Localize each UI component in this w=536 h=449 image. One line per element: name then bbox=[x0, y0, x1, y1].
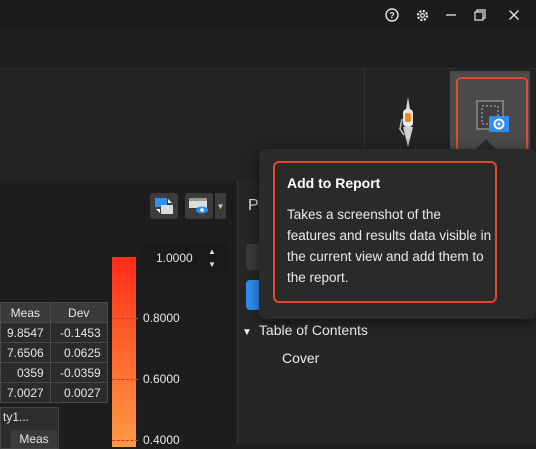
colorbar-tick bbox=[112, 440, 138, 441]
table-of-contents-node[interactable]: ▼ Table of Contents bbox=[242, 322, 368, 338]
table-row: 0359 -0.0359 bbox=[0, 362, 108, 383]
table-cell: 7.6506 bbox=[0, 342, 51, 363]
table-cell: 0359 bbox=[0, 362, 51, 383]
colorbar-max-stepper[interactable]: ▲ ▼ bbox=[205, 247, 219, 270]
column-header-meas: Meas bbox=[0, 302, 51, 323]
table-row: 7.6506 0.0625 bbox=[0, 342, 108, 363]
table-cell: -0.1453 bbox=[49, 322, 108, 343]
column-header-dev: Dev bbox=[49, 302, 108, 323]
colorbar-max-value: 1.0000 bbox=[156, 251, 193, 265]
results-table: Meas Dev 9.8547 -0.1453 7.6506 0.0625 03… bbox=[0, 302, 108, 403]
color-scale-bar bbox=[112, 257, 136, 447]
table-cell: 9.8547 bbox=[0, 322, 51, 343]
view-visibility-icon[interactable] bbox=[185, 193, 213, 219]
table-row: 7.0027 0.0027 bbox=[0, 382, 108, 403]
gear-icon[interactable] bbox=[413, 6, 431, 24]
stepper-up-icon[interactable]: ▲ bbox=[205, 247, 219, 257]
svg-text:?: ? bbox=[389, 11, 395, 21]
pen-tool-icon[interactable] bbox=[394, 95, 422, 153]
tooltip-description: Takes a screenshot of the features and r… bbox=[287, 207, 492, 285]
secondary-table-header: Meas bbox=[11, 430, 57, 448]
table-cell: 0.0027 bbox=[49, 382, 108, 403]
secondary-table-title: ty1... bbox=[3, 410, 30, 424]
table-cell: -0.0359 bbox=[49, 362, 108, 383]
table-row: 9.8547 -0.1453 bbox=[0, 322, 108, 343]
table-cell: 7.0027 bbox=[0, 382, 51, 403]
colorbar-tick bbox=[112, 379, 138, 380]
tooltip-title: Add to Report bbox=[287, 175, 381, 191]
close-icon[interactable] bbox=[505, 6, 523, 24]
colorbar-label: 0.4000 bbox=[143, 433, 180, 447]
minimize-icon[interactable] bbox=[442, 6, 460, 24]
expand-arrow-icon[interactable]: ▼ bbox=[242, 327, 252, 338]
restore-icon[interactable] bbox=[471, 6, 489, 24]
colorbar-label: 0.8000 bbox=[143, 311, 180, 325]
help-icon[interactable]: ? bbox=[383, 6, 401, 24]
stepper-down-icon[interactable]: ▼ bbox=[205, 260, 219, 270]
toc-label: Table of Contents bbox=[258, 322, 368, 338]
colorbar-tick bbox=[112, 318, 138, 319]
graphics-viewport[interactable]: ▼ 1.0000 ▲ ▼ 0.8000 0.6000 0.4000 Meas D… bbox=[0, 181, 236, 449]
secondary-table: ty1... Meas bbox=[0, 407, 59, 449]
colorbar-label: 0.6000 bbox=[143, 372, 180, 386]
panel-title: P bbox=[248, 197, 259, 214]
title-bar: ? bbox=[0, 0, 536, 30]
view-options-dropdown[interactable]: ▼ bbox=[215, 193, 226, 219]
swap-view-icon[interactable] bbox=[150, 193, 178, 219]
table-cell: 0.0625 bbox=[49, 342, 108, 363]
toc-item-cover[interactable]: Cover bbox=[282, 350, 319, 366]
